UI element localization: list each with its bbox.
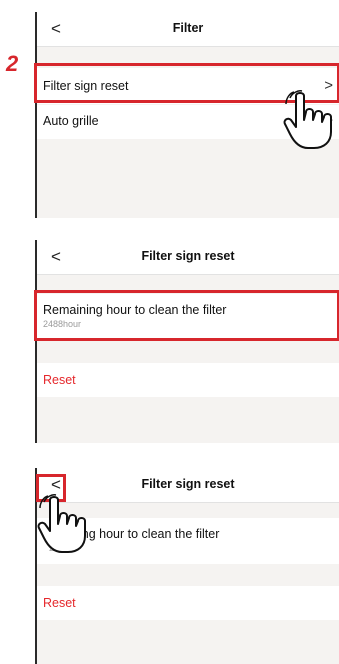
highlight-box [34, 290, 339, 341]
step-number: 2 [6, 51, 19, 76]
reset-label: Reset [43, 373, 76, 387]
header: < Filter [37, 12, 339, 47]
header: < Filter sign reset [37, 240, 339, 275]
menu-item-label: Auto grille [43, 114, 99, 128]
page-title: Filter [172, 21, 204, 35]
page-title: Filter sign reset [141, 477, 235, 491]
filter-sign-reset-screen: < Filter sign reset Remaining hour to cl… [35, 240, 339, 443]
tap-hand-icon [37, 494, 86, 553]
reset-button[interactable]: Reset [37, 586, 339, 620]
reset-label: Reset [43, 596, 76, 610]
tap-hand-icon [283, 90, 332, 149]
reset-button[interactable]: Reset [37, 363, 339, 397]
remaining-hour-label: ing hour to clean the filter [79, 527, 220, 541]
page-title: Filter sign reset [141, 249, 235, 263]
